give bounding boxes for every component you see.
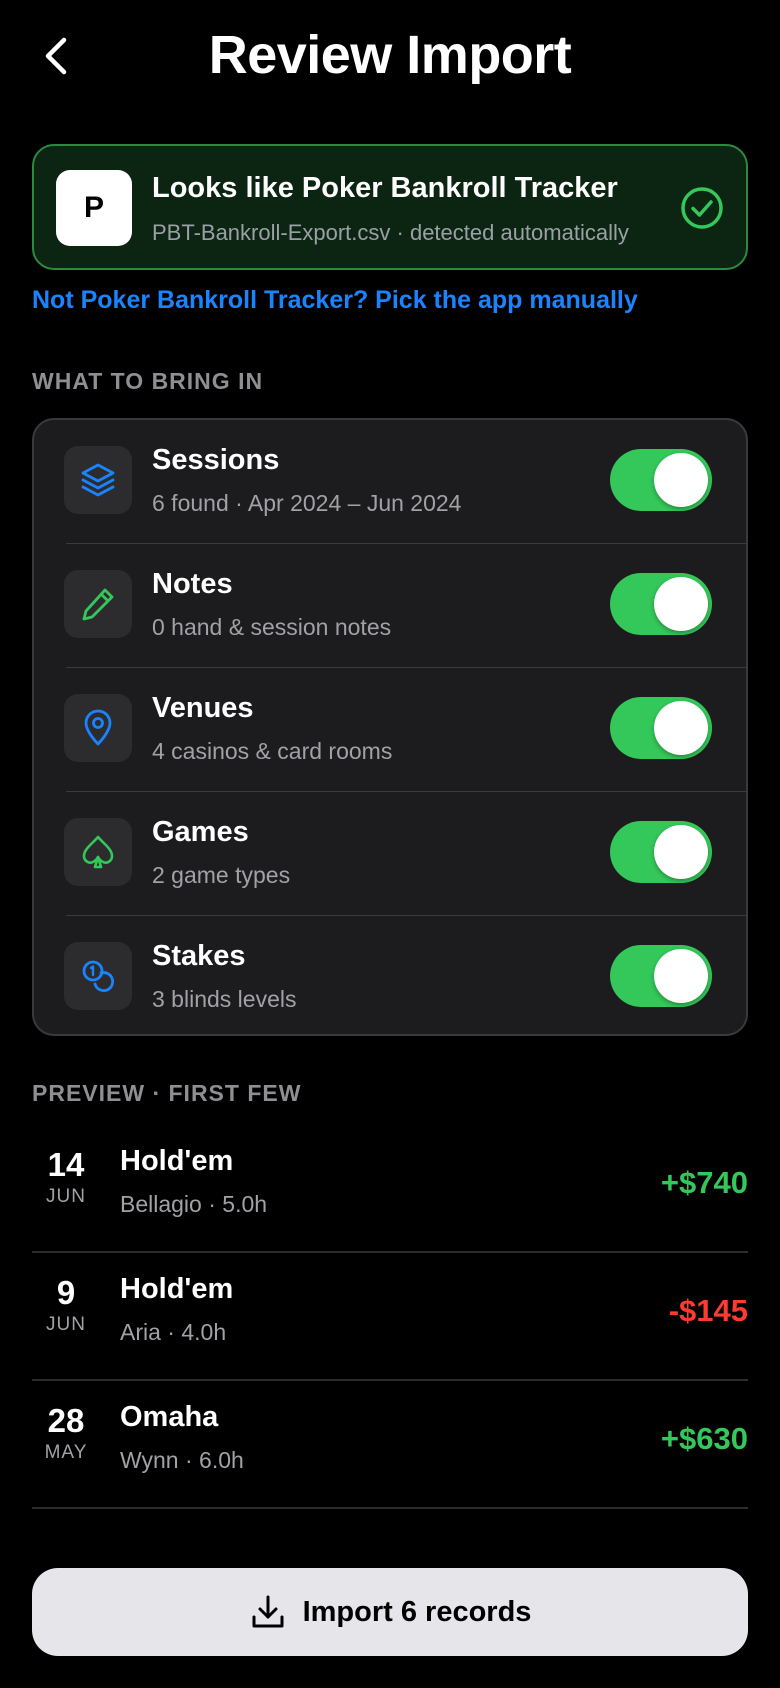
section-label-preview: PREVIEW · FIRST FEW [32, 1080, 302, 1106]
toggle-row-title: Sessions [152, 444, 280, 476]
toggle-knob [654, 453, 708, 507]
stack-icon [81, 463, 115, 497]
stakes-toggle[interactable] [610, 945, 712, 1007]
toggle-row-sessions: Sessions 6 found · Apr 2024 – Jun 2024 [34, 420, 746, 544]
spade-icon [82, 835, 114, 869]
import-button-label: Import 6 records [302, 1595, 532, 1628]
toggle-row-subtitle: 2 game types [152, 862, 291, 888]
sessions-toggle[interactable] [610, 449, 712, 511]
section-label-bring-in: WHAT TO BRING IN [32, 368, 264, 394]
game-name: Hold'em [120, 1273, 234, 1305]
result-amount: +$630 [660, 1421, 748, 1456]
toggle-row-subtitle: 3 blinds levels [152, 986, 297, 1012]
venue-duration: Wynn · 6.0h [120, 1447, 244, 1473]
header: Review Import [0, 0, 780, 115]
date-block: 9 JUN [32, 1273, 100, 1337]
toggle-row-notes: Notes 0 hand & session notes [34, 544, 746, 668]
venue-duration: Bellagio · 5.0h [120, 1191, 268, 1217]
pick-app-manually-link[interactable]: Not Poker Bankroll Tracker? Pick the app… [32, 286, 638, 315]
game-name: Hold'em [120, 1145, 234, 1177]
detected-app-title: Looks like Poker Bankroll Tracker [152, 172, 618, 204]
toggle-row-stakes: Stakes 3 blinds levels [34, 916, 746, 1034]
check-circle-icon [681, 187, 723, 229]
download-icon [252, 1595, 284, 1628]
page-title: Review Import [208, 25, 572, 85]
detected-app-card: P Looks like Poker Bankroll Tracker PBT-… [32, 144, 748, 270]
date-day: 14 [47, 1146, 85, 1183]
toggle-row-subtitle: 6 found · Apr 2024 – Jun 2024 [152, 490, 462, 516]
app-logo: P [56, 170, 132, 246]
import-button[interactable]: Import 6 records [32, 1568, 748, 1656]
chips-icon [82, 960, 115, 992]
preview-row: 14 JUN Hold'em Bellagio · 5.0h +$740 [32, 1125, 748, 1253]
toggle-knob [654, 825, 708, 879]
toggle-row-subtitle: 4 casinos & card rooms [152, 738, 393, 764]
result-amount: +$740 [660, 1165, 748, 1200]
result-amount: -$145 [668, 1293, 748, 1328]
notes-toggle[interactable] [610, 573, 712, 635]
date-month: JUN [46, 1314, 86, 1335]
toggle-row-title: Stakes [152, 940, 246, 972]
date-day: 9 [56, 1274, 76, 1311]
preview-row: 28 MAY Omaha Wynn · 6.0h +$630 [32, 1381, 748, 1509]
games-toggle[interactable] [610, 821, 712, 883]
date-day: 28 [47, 1402, 85, 1439]
map-pin-icon [84, 709, 112, 746]
toggle-row-title: Venues [152, 692, 254, 724]
toggle-knob [654, 949, 708, 1003]
toggle-row-games: Games 2 game types [34, 792, 746, 916]
date-month: JUN [46, 1186, 86, 1207]
venue-duration: Aria · 4.0h [120, 1319, 227, 1345]
toggle-row-venues: Venues 4 casinos & card rooms [34, 668, 746, 792]
game-name: Omaha [120, 1401, 219, 1433]
toggle-knob [654, 577, 708, 631]
preview-row: 9 JUN Hold'em Aria · 4.0h -$145 [32, 1253, 748, 1381]
date-block: 14 JUN [32, 1145, 100, 1209]
date-month: MAY [44, 1442, 88, 1463]
toggle-row-title: Notes [152, 568, 233, 600]
date-block: 28 MAY [32, 1401, 100, 1465]
bring-in-card: Sessions 6 found · Apr 2024 – Jun 2024 N… [32, 418, 748, 1036]
detected-file-subtitle: PBT-Bankroll-Export.csv · detected autom… [152, 220, 629, 245]
toggle-row-subtitle: 0 hand & session notes [152, 614, 392, 640]
toggle-knob [654, 701, 708, 755]
toggle-row-title: Games [152, 816, 249, 848]
pencil-icon [82, 588, 114, 621]
venues-toggle[interactable] [610, 697, 712, 759]
